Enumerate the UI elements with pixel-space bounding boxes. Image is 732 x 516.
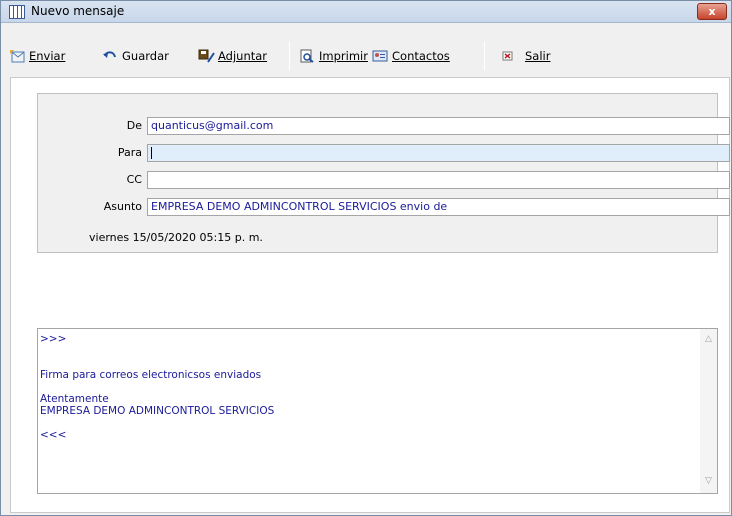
toolbar-separator xyxy=(289,42,290,70)
print-button[interactable]: Imprimir xyxy=(299,47,368,65)
message-window: Nuevo mensaje x Enviar Guardar Adjuntar xyxy=(0,0,732,516)
attach-icon xyxy=(198,49,215,63)
from-label: De xyxy=(126,119,142,132)
cc-label: CC xyxy=(126,173,142,186)
send-button[interactable]: Enviar xyxy=(9,47,65,65)
vertical-scrollbar[interactable]: △ ▽ xyxy=(700,329,717,493)
body-line xyxy=(40,357,274,369)
attach-label: Adjuntar xyxy=(218,49,268,63)
body-line: <<< xyxy=(40,429,67,441)
contacts-label: Contactos xyxy=(392,49,450,63)
send-label: Enviar xyxy=(29,49,66,63)
message-body-text[interactable]: >>> Firma para correos electronicsos env… xyxy=(40,333,274,441)
scroll-up-icon[interactable]: △ xyxy=(704,335,713,344)
exit-button[interactable]: Salir xyxy=(500,47,550,65)
from-field[interactable]: quanticus@gmail.com xyxy=(147,117,730,135)
body-line xyxy=(40,345,274,357)
message-body-editor[interactable]: >>> Firma para correos electronicsos env… xyxy=(37,328,718,494)
toolbar-separator xyxy=(484,42,485,70)
body-line: Atentamente xyxy=(40,393,109,405)
title-bar[interactable]: Nuevo mensaje x xyxy=(1,1,731,23)
exit-label: Salir xyxy=(525,49,551,63)
undo-arrow-icon xyxy=(102,49,118,63)
text-caret xyxy=(151,147,152,159)
contacts-card-icon xyxy=(372,49,388,63)
cc-field[interactable] xyxy=(147,171,730,189)
body-line: EMPRESA DEMO ADMINCONTROL SERVICIOS xyxy=(40,405,275,417)
contacts-button[interactable]: Contactos xyxy=(372,47,450,65)
exit-icon xyxy=(500,49,516,63)
body-line: Firma para correos electronicsos enviado… xyxy=(40,369,262,381)
body-line: >>> xyxy=(40,333,67,345)
body-line xyxy=(40,417,274,429)
attach-button[interactable]: Adjuntar xyxy=(198,47,267,65)
body-line xyxy=(40,381,274,393)
message-header-panel: De quanticus@gmail.com Para CC Asunto EM… xyxy=(37,93,730,253)
close-button[interactable]: x xyxy=(697,3,727,20)
message-area: De quanticus@gmail.com Para CC Asunto EM… xyxy=(10,77,730,513)
print-label: Imprimir xyxy=(319,49,368,63)
print-preview-icon xyxy=(299,49,315,63)
send-icon xyxy=(9,49,25,63)
to-field[interactable] xyxy=(147,144,730,162)
window-app-icon xyxy=(9,5,25,19)
save-label: Guardar xyxy=(122,49,169,63)
to-label: Para xyxy=(117,146,142,159)
scroll-down-icon[interactable]: ▽ xyxy=(704,477,713,486)
message-date: viernes 15/05/2020 05:15 p. m. xyxy=(89,231,263,244)
toolbar: Enviar Guardar Adjuntar Imprimir Contact… xyxy=(1,41,731,70)
subject-field[interactable]: EMPRESA DEMO ADMINCONTROL SERVICIOS envi… xyxy=(147,198,730,216)
save-button[interactable]: Guardar xyxy=(102,47,169,65)
window-title: Nuevo mensaje xyxy=(31,4,125,18)
subject-label: Asunto xyxy=(103,200,142,213)
